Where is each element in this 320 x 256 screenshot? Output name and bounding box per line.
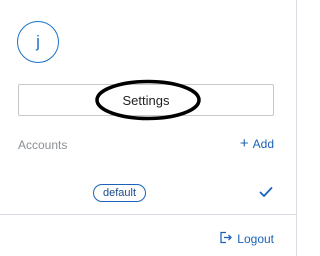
avatar-initial: j (36, 32, 40, 51)
account-list-item[interactable]: default (0, 178, 296, 208)
default-badge: default (93, 184, 147, 202)
logout-label: Logout (237, 232, 274, 246)
avatar[interactable]: j (17, 21, 59, 63)
check-icon (259, 185, 273, 201)
logout-icon (219, 231, 233, 247)
account-panel: j Settings Accounts + Add default Logout (0, 0, 297, 256)
settings-button[interactable]: Settings (18, 84, 274, 116)
add-account-button[interactable]: + Add (239, 135, 274, 152)
accounts-section-label: Accounts (18, 138, 68, 152)
logout-button[interactable]: Logout (219, 231, 274, 247)
plus-icon: + (239, 135, 249, 152)
add-account-label: Add (252, 137, 274, 151)
divider (0, 214, 296, 215)
settings-button-label: Settings (122, 92, 170, 108)
